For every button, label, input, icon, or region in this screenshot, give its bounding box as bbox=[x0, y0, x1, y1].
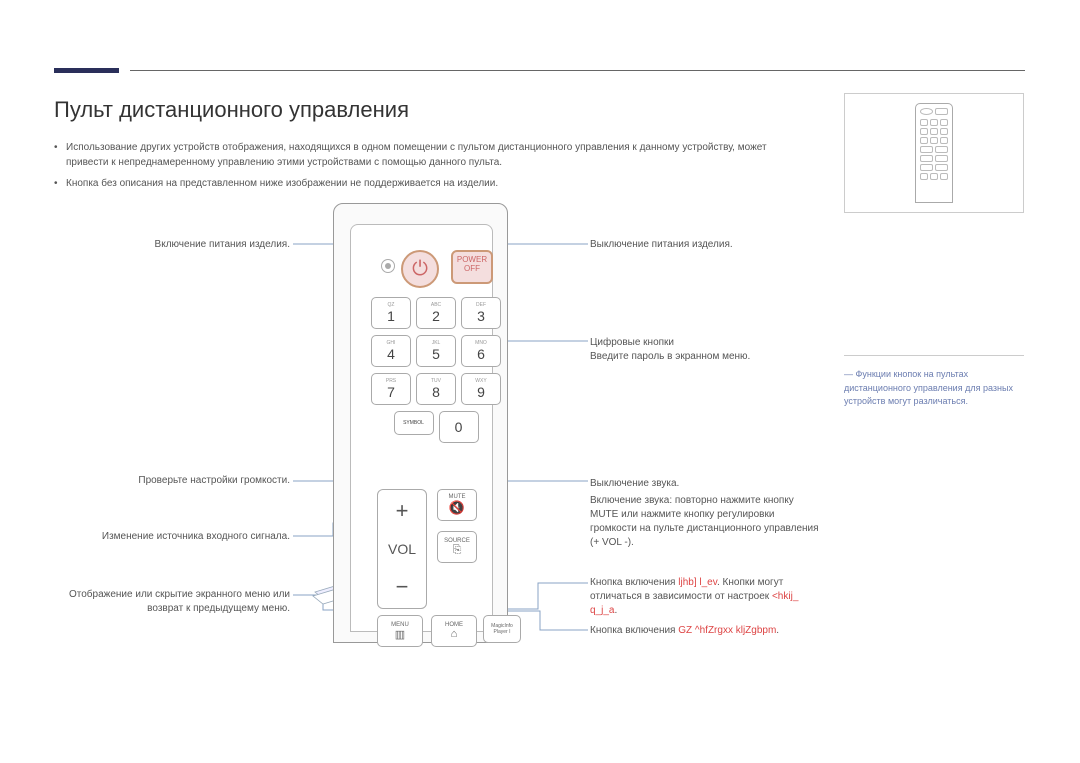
bullet-2: Кнопка без описания на представленном ни… bbox=[54, 176, 794, 191]
key-1: QZ1 bbox=[371, 297, 411, 329]
key-4: GHI4 bbox=[371, 335, 411, 367]
key-6: MNO6 bbox=[461, 335, 501, 367]
power-off-button: POWER OFF bbox=[451, 250, 493, 284]
label-mute-title: Выключение звука. bbox=[590, 477, 820, 491]
label-menu: Отображение или скрытие экранного меню и… bbox=[50, 588, 290, 616]
label-volume: Проверьте настройки громкости. bbox=[90, 474, 290, 488]
mute-button: MUTE🔇 bbox=[437, 489, 477, 521]
key-symbol: SYMBOL bbox=[394, 411, 434, 435]
label-power-off: Выключение питания изделия. bbox=[590, 238, 810, 252]
ir-led-icon bbox=[381, 259, 395, 273]
volume-rocker: + VOL − bbox=[377, 489, 427, 609]
remote-illustration: ⏻ POWER OFF QZ1 ABC2 DEF3 GHI4 JKL5 MNO6… bbox=[333, 203, 508, 643]
label-numeric-desc: Введите пароль в экранном меню. bbox=[590, 350, 810, 364]
key-9: WXY9 bbox=[461, 373, 501, 405]
remote-thumbnail bbox=[844, 93, 1024, 213]
numeric-keypad: QZ1 ABC2 DEF3 GHI4 JKL5 MNO6 PRS7 TUV8 W… bbox=[371, 297, 501, 449]
label-home-note: Кнопка включения GZ ^hfZrgxx kljZgbpm. bbox=[590, 624, 825, 638]
label-power-on: Включение питания изделия. bbox=[90, 238, 290, 252]
key-8: TUV8 bbox=[416, 373, 456, 405]
label-source: Изменение источника входного сигнала. bbox=[50, 530, 290, 544]
label-numeric-title: Цифровые кнопки bbox=[590, 336, 810, 350]
key-2: ABC2 bbox=[416, 297, 456, 329]
intro-bullets: Использование других устройств отображен… bbox=[54, 140, 794, 197]
bullet-1: Использование других устройств отображен… bbox=[54, 140, 794, 170]
side-note: Функции кнопок на пультах дистанционного… bbox=[844, 368, 1024, 409]
key-5: JKL5 bbox=[416, 335, 456, 367]
key-0: 0 bbox=[439, 411, 479, 443]
key-7: PRS7 bbox=[371, 373, 411, 405]
magicinfo-button: MagicInfo Player I bbox=[483, 615, 521, 643]
label-magicinfo: Кнопка включения ljhb] l_ev. Кнопки могу… bbox=[590, 576, 825, 618]
key-3: DEF3 bbox=[461, 297, 501, 329]
home-button: HOME⌂ bbox=[431, 615, 477, 647]
menu-button: MENU▥ bbox=[377, 615, 423, 647]
page-title: Пульт дистанционного управления bbox=[54, 97, 409, 123]
power-on-button: ⏻ bbox=[401, 250, 439, 288]
source-button: SOURCE⎘ bbox=[437, 531, 477, 563]
label-mute-desc: Включение звука: повторно нажмите кнопку… bbox=[590, 494, 820, 550]
vol-minus-icon: − bbox=[396, 574, 409, 600]
vol-plus-icon: + bbox=[396, 498, 409, 524]
